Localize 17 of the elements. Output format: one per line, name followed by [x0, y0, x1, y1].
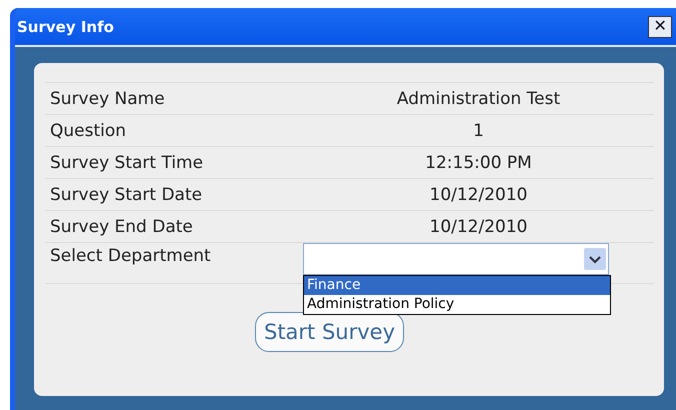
close-button[interactable]: ✕: [648, 16, 672, 38]
field-label: Select Department: [49, 245, 212, 266]
field-value: 10/12/2010: [428, 184, 528, 204]
field-label: Survey Start Time: [49, 152, 204, 172]
field-label: Survey Start Date: [49, 184, 204, 204]
field-value: 12:15:00 PM: [424, 152, 533, 172]
department-dropdown[interactable]: [303, 243, 609, 275]
field-label: Question: [49, 120, 128, 140]
dropdown-option[interactable]: Finance: [304, 276, 610, 295]
field-value: 1: [472, 120, 485, 140]
field-label: Survey End Date: [49, 216, 194, 236]
field-value: 10/12/2010: [428, 216, 528, 236]
window-title: Survey Info: [17, 18, 114, 36]
start-survey-button[interactable]: Start Survey: [254, 312, 404, 352]
caret-icon: [584, 248, 606, 270]
field-label: Survey Name: [49, 88, 166, 108]
field-value: Administration Test: [396, 88, 562, 108]
